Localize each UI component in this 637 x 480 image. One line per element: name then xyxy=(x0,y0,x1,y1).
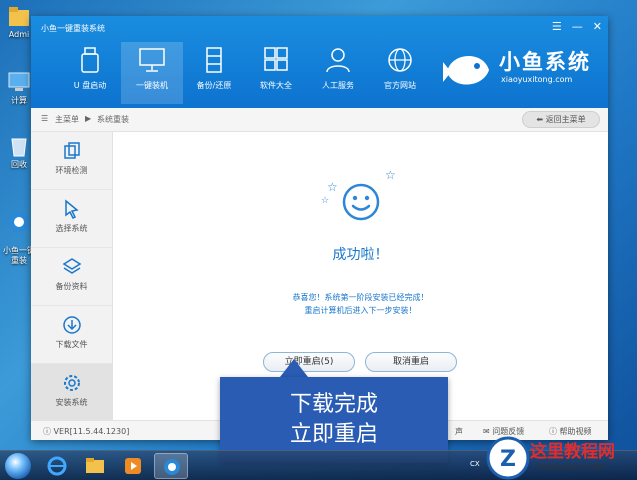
minimize-icon[interactable]: — xyxy=(572,20,583,33)
close-icon[interactable]: ✕ xyxy=(593,20,602,33)
version-label: ⓘ VER[11.5.44.1230] xyxy=(43,426,129,437)
back-to-menu-button[interactable]: ⬅ 返回主菜单 xyxy=(522,111,600,128)
star-icon: ☆ xyxy=(385,168,396,182)
watermark-logo: Z xyxy=(486,436,530,480)
taskbar-media[interactable] xyxy=(116,453,150,479)
success-message-2: 重启计算机后进入下一步安装！ xyxy=(304,306,417,315)
nav-label: 人工服务 xyxy=(322,81,354,90)
step-sidebar: 环境检测 选择系统 备份资料 下载文件 安装系统 xyxy=(31,132,113,422)
computer-icon xyxy=(8,72,30,91)
window-title: 小鱼一键重装系统 xyxy=(41,24,105,33)
nav-backup-restore[interactable]: 备份/还原 xyxy=(183,42,245,104)
menu-icon[interactable]: ☰ xyxy=(552,20,562,33)
success-message-1: 恭喜您！系统第一阶段安装已经完成！ xyxy=(292,293,429,302)
nav-label: 备份/还原 xyxy=(196,81,232,90)
tray-indicator[interactable]: CX xyxy=(470,460,480,468)
server-icon xyxy=(206,47,222,73)
desktop-icon-label: Admi xyxy=(8,30,30,39)
star-icon: ☆ xyxy=(327,180,338,194)
fish-logo-icon xyxy=(443,55,489,85)
sidebar-item-label: 备份资料 xyxy=(55,282,88,291)
star-icon: ☆ xyxy=(321,196,330,206)
nav-one-click-install[interactable]: 一键装机 xyxy=(121,42,183,104)
brand-name: 小鱼系统 xyxy=(499,50,591,74)
watermark-logo-letter: Z xyxy=(500,447,516,472)
user-folder-icon xyxy=(9,7,29,26)
desktop-icon-label: 回收 xyxy=(11,160,27,169)
sidebar-item-label: 安装系统 xyxy=(55,398,88,407)
sidebar-item-backup[interactable]: 备份资料 xyxy=(31,248,112,306)
desktop-icon-label: 计算 xyxy=(11,96,27,105)
media-player-icon xyxy=(125,458,141,474)
callout-line-2: 立即重启 xyxy=(289,422,378,447)
breadcrumb-home[interactable]: 主菜单 xyxy=(55,114,79,125)
usb-drive-icon xyxy=(81,47,99,73)
brand-logo: 小鱼系统 xiaoyuxitong.com xyxy=(441,42,601,98)
list-icon: ☰ xyxy=(41,114,49,123)
back-button-label: 返回主菜单 xyxy=(545,115,586,124)
help-video-label: 帮助视频 xyxy=(559,427,592,436)
cursor-icon xyxy=(64,199,79,219)
back-arrow-icon: ⬅ xyxy=(536,115,546,124)
site-watermark: Z 这里教程网 herecours.com xyxy=(486,436,637,480)
brand-url: xiaoyuxitong.com xyxy=(501,75,573,84)
sidebar-item-select-system[interactable]: 选择系统 xyxy=(31,190,112,248)
info-icon: ⓘ xyxy=(43,427,54,436)
restart-now-button[interactable]: 立即重启(5) xyxy=(263,352,355,372)
version-text: VER[11.5.44.1230] xyxy=(53,427,130,436)
taskbar-ie[interactable] xyxy=(40,453,74,479)
sidebar-item-env-check[interactable]: 环境检测 xyxy=(31,132,112,190)
xiaoyu-app-icon xyxy=(9,212,29,232)
breadcrumb-arrow-icon: ▶ xyxy=(85,114,92,123)
sidebar-item-download[interactable]: 下载文件 xyxy=(31,306,112,364)
layers-icon xyxy=(62,258,81,274)
nav-label: U 盘启动 xyxy=(73,81,107,90)
feedback-label: 问题反馈 xyxy=(492,427,525,436)
copy-icon xyxy=(63,142,80,159)
recycle-bin-icon xyxy=(11,138,27,157)
watermark-name: 这里教程网 xyxy=(530,442,615,462)
taskbar-explorer[interactable] xyxy=(78,453,112,479)
sidebar-item-label: 下载文件 xyxy=(55,340,88,349)
main-nav: U 盘启动 一键装机 备份/还原 软件大全 人工服务 官方网站 xyxy=(59,42,431,104)
smiley-icon xyxy=(342,183,380,221)
gear-icon xyxy=(63,375,80,391)
watermark-url: herecours.com xyxy=(538,463,605,473)
cancel-restart-button[interactable]: 取消重启 xyxy=(365,352,457,372)
footer-link-statement[interactable]: 声 xyxy=(455,426,463,437)
breadcrumb: ☰ 主菜单 ▶ 系统重装 ⬅ 返回主菜单 xyxy=(31,108,608,132)
nav-label: 一键装机 xyxy=(136,81,168,90)
start-button[interactable] xyxy=(5,453,31,479)
taskbar-xiaoyu[interactable] xyxy=(154,453,188,479)
globe-icon xyxy=(388,48,412,72)
nav-support[interactable]: 人工服务 xyxy=(307,42,369,104)
nav-label: 官方网站 xyxy=(384,81,416,90)
callout-arrow xyxy=(280,359,308,377)
window-controls: ☰ — ✕ xyxy=(552,20,602,33)
folder-icon xyxy=(86,458,104,473)
sidebar-item-install[interactable]: 安装系统 xyxy=(31,364,112,422)
success-title: 成功啦！ xyxy=(332,247,389,263)
monitor-icon xyxy=(139,48,165,72)
grid-icon xyxy=(264,47,288,71)
nav-usb-boot[interactable]: U 盘启动 xyxy=(59,42,121,104)
nav-label: 软件大全 xyxy=(260,81,292,90)
sidebar-item-label: 环境检测 xyxy=(55,166,88,175)
sidebar-item-label: 选择系统 xyxy=(55,224,88,233)
callout-line-1: 下载完成 xyxy=(289,392,378,417)
chat-icon: ✉ xyxy=(483,427,493,436)
user-icon xyxy=(326,48,350,73)
browser-icon xyxy=(47,456,67,476)
download-icon xyxy=(62,316,81,334)
breadcrumb-current: 系统重装 xyxy=(97,115,129,124)
nav-website[interactable]: 官方网站 xyxy=(369,42,431,104)
window-header: 小鱼一键重装系统 ☰ — ✕ U 盘启动 一键装机 备份/还原 软件大全 人工服… xyxy=(31,16,608,108)
help-icon: ⓘ xyxy=(549,427,560,436)
nav-software[interactable]: 软件大全 xyxy=(245,42,307,104)
xiaoyu-app-icon xyxy=(164,459,180,475)
